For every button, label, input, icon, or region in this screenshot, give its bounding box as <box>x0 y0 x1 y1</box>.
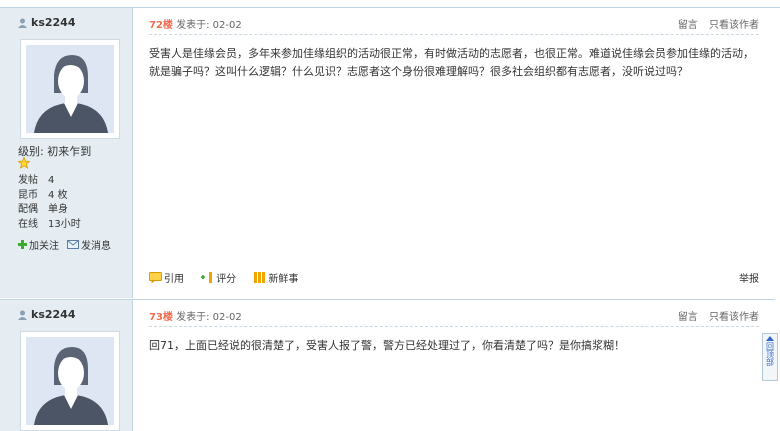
stat-coins: 昆币 4 枚 <box>18 189 81 204</box>
floor-number[interactable]: 72楼 <box>149 20 173 31</box>
post-content: 回71，上面已经说的很清楚了，受害人报了警，警方已经处理过了，你看清楚了吗？是你… <box>149 339 625 352</box>
stat-label: 在线 <box>18 218 38 230</box>
mail-icon <box>67 240 79 249</box>
user-stats: 发帖 4 昆币 4 枚 配偶 单身 在线 13小时 <box>18 174 81 232</box>
post-date: 发表于: 02-02 <box>176 312 242 323</box>
follow-button[interactable]: 加关注 <box>18 237 59 252</box>
post-content: 受害人是佳缘会员，多年来参加佳缘组织的活动很正常，有时做活动的志愿者，也很正常。… <box>149 47 754 78</box>
post-date: 发表于: 02-02 <box>176 20 242 31</box>
only-author-link[interactable]: 只看该作者 <box>709 20 759 31</box>
author-name-text: ks2244 <box>31 16 76 29</box>
quote-label: 引用 <box>164 274 184 285</box>
author-name[interactable]: ks2244 <box>18 308 75 321</box>
stat-value: 13小时 <box>48 218 81 230</box>
post-header: 73楼 发表于: 02-02 留言 只看该作者 <box>149 308 759 327</box>
rate-button[interactable]: 评分 <box>201 270 236 285</box>
default-avatar-icon <box>26 337 114 425</box>
user-icon <box>18 18 27 28</box>
post-body: 72楼 发表于: 02-02 留言 只看该作者 受害人是佳缘会员，多年来参加佳缘… <box>133 8 775 298</box>
author-name-text: ks2244 <box>31 308 76 321</box>
stat-spouse: 配偶 单身 <box>18 203 81 218</box>
arrow-up-icon <box>766 336 774 341</box>
author-sidebar: ks2244 级别: 初来乍到 发帖 4 昆币 4 枚 配偶 单身 在线 13小时 <box>0 8 133 298</box>
rate-label: 评分 <box>216 274 237 285</box>
stat-label: 昆币 <box>18 189 38 201</box>
stat-posts: 发帖 4 <box>18 174 81 189</box>
back-to-top-label: 回顶部 <box>765 342 775 366</box>
user-icon <box>18 310 27 320</box>
top-divider <box>0 0 780 8</box>
news-label: 新鲜事 <box>268 274 299 285</box>
stat-label: 配偶 <box>18 204 38 215</box>
send-message-label: 发消息 <box>81 241 111 252</box>
avatar[interactable] <box>20 39 120 139</box>
post-toolbar: 引用 评分 新鲜事 举报 <box>149 270 759 286</box>
follow-label: 加关注 <box>29 241 59 252</box>
reply-link[interactable]: 留言 <box>678 312 698 323</box>
stat-value: 4 <box>48 175 55 186</box>
back-to-top-button[interactable]: 回顶部 <box>762 333 778 381</box>
stat-label: 发帖 <box>18 175 38 186</box>
rate-icon <box>201 272 213 283</box>
only-author-link[interactable]: 只看该作者 <box>709 312 759 323</box>
author-actions: 加关注 发消息 <box>18 237 111 252</box>
stat-value: 单身 <box>48 204 68 215</box>
post-72: ks2244 级别: 初来乍到 发帖 4 昆币 4 枚 配偶 单身 在线 13小时 <box>0 8 775 298</box>
stat-online: 在线 13小时 <box>18 218 81 233</box>
plus-icon <box>18 240 27 249</box>
post-73: ks2244 73楼 发表于: 02-02 留言 只看该作者 回71，上面已经说… <box>0 299 775 431</box>
quote-icon <box>149 272 162 283</box>
news-icon <box>254 272 266 283</box>
avatar[interactable] <box>20 331 120 431</box>
quote-button[interactable]: 引用 <box>149 270 184 285</box>
author-name[interactable]: ks2244 <box>18 16 75 29</box>
star-icon <box>18 157 30 169</box>
floor-number[interactable]: 73楼 <box>149 312 173 323</box>
author-sidebar: ks2244 <box>0 300 133 431</box>
reply-link[interactable]: 留言 <box>678 20 698 31</box>
news-button[interactable]: 新鲜事 <box>253 270 298 285</box>
send-message-button[interactable]: 发消息 <box>67 237 111 252</box>
post-header: 72楼 发表于: 02-02 留言 只看该作者 <box>149 16 759 35</box>
default-avatar-icon <box>26 45 114 133</box>
report-link[interactable]: 举报 <box>739 270 759 285</box>
stat-value: 4 枚 <box>48 189 68 201</box>
post-body: 73楼 发表于: 02-02 留言 只看该作者 回71，上面已经说的很清楚了，受… <box>133 300 775 431</box>
